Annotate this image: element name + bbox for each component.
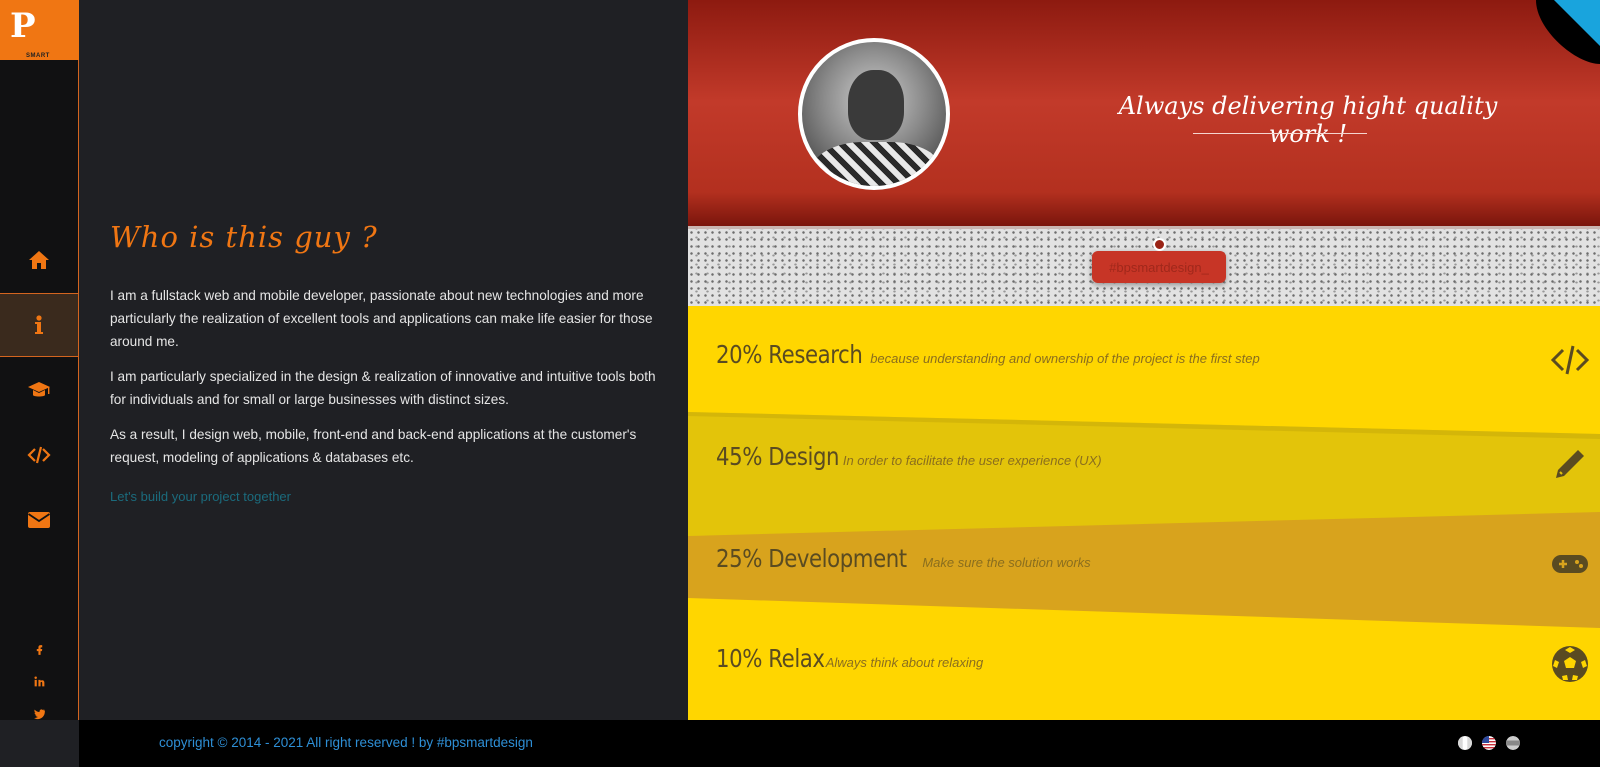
skill-desc: Make sure the solution works [922,555,1091,570]
skill-title: 45% Design [716,442,840,471]
skill-row: 10% Relax Always think about relaxing [716,644,983,673]
skill-desc: Always think about relaxing [825,655,984,670]
code-icon [1550,345,1590,375]
graduation-cap-icon [28,382,50,397]
sidebar: P SMART [0,0,79,720]
nav-about[interactable] [0,293,78,357]
envelope-icon [28,512,50,528]
social-twitter[interactable] [0,700,78,726]
gamepad-icon [1552,555,1588,573]
skill-row: 25% Development Make sure the solution w… [716,544,1091,573]
about-paragraph: I am particularly specialized in the des… [110,369,656,407]
skill-row: 20% Research because understanding and o… [716,340,1260,369]
skill-row: 45% Design In order to facilitate the us… [716,442,1102,471]
footer: copyright © 2014 - 2021 All right reserv… [79,720,1600,767]
build-project-link[interactable]: Let's build your project together [110,489,291,504]
about-title: Who is this guy ? [110,220,378,254]
about-paragraph: As a result, I design web, mobile, front… [110,427,637,465]
hero-banner: Always delivering hight quality work ! [688,0,1600,226]
code-icon [27,446,51,464]
skill-desc: because understanding and ownership of t… [870,351,1260,366]
hero-tagline: Always delivering hight quality work ! [1118,92,1498,148]
nav-contact[interactable] [0,488,78,552]
facebook-icon [36,644,42,655]
nav-education[interactable] [0,358,78,422]
other-flag-icon[interactable] [1506,736,1520,750]
soccer-ball-icon [1552,646,1588,682]
logo-sub: SMART [26,53,50,59]
avatar-face [848,70,904,140]
skills-section: 20% Research because understanding and o… [688,306,1600,720]
about-section: Who is this guy ? I am a fullstack web a… [110,220,670,506]
social-facebook[interactable] [0,636,78,662]
about-paragraph: I am a fullstack web and mobile develope… [110,288,653,349]
info-icon [35,315,43,334]
pin-icon [1153,238,1166,251]
logo-mark: P SMART [10,8,49,59]
profile-avatar [798,38,950,190]
avatar-shirt [812,142,942,186]
logo[interactable]: P SMART [0,0,79,60]
skill-desc: In order to facilitate the user experien… [842,453,1102,468]
home-icon [29,251,49,269]
corner-ribbon-icon[interactable] [1536,0,1600,64]
copyright-text: copyright © 2014 - 2021 All right reserv… [159,735,533,750]
nav-code[interactable] [0,423,78,487]
nav-home[interactable] [0,228,78,292]
skill-title: 10% Relax [716,644,825,673]
social-linkedin[interactable] [0,668,78,694]
linkedin-icon [33,675,44,686]
french-flag-icon[interactable] [1458,736,1472,750]
tagline-underline [1193,133,1367,134]
pencil-icon [1556,450,1584,478]
hashtag-badge: #bpsmartdesign_ [1092,251,1226,283]
skill-title: 20% Research [716,340,863,369]
us-flag-icon[interactable] [1482,736,1496,750]
hashtag-strip: #bpsmartdesign_ [688,226,1600,306]
skill-title: 25% Development [716,544,907,573]
twitter-icon [33,708,45,719]
